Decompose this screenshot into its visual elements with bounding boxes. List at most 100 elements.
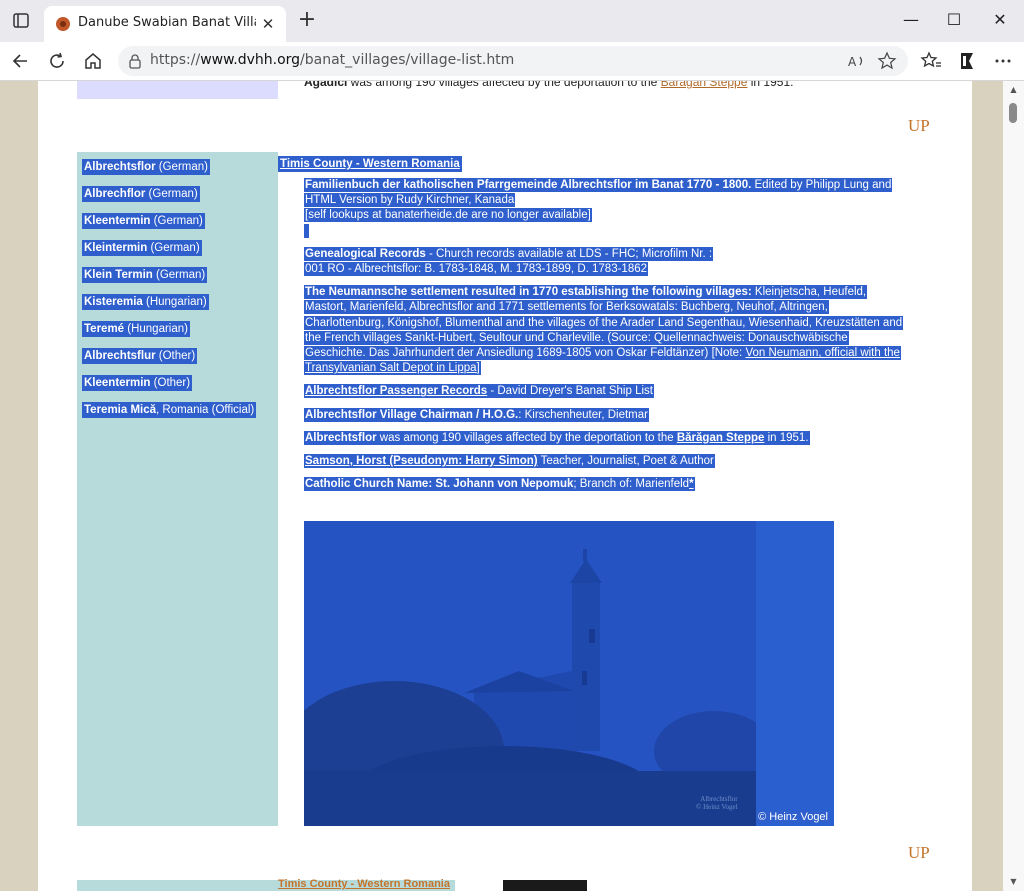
site-favicon-icon <box>56 17 70 31</box>
name-language: (German) <box>145 188 198 200</box>
next-village-photo <box>503 880 587 891</box>
genealogical-detail: - Church records available at LDS - FHC;… <box>425 247 713 260</box>
previous-names-cell <box>77 81 278 99</box>
village-name-item: Albrechtsflur (Other) <box>82 344 256 365</box>
read-aloud-icon[interactable]: A <box>846 51 868 71</box>
deportation-paragraph: Albrechtsflor was among 190 villages aff… <box>304 430 910 446</box>
favorites-icon[interactable] <box>918 48 944 74</box>
church-paragraph: Catholic Church Name: St. Johann von Nep… <box>304 477 910 492</box>
samson-detail: Teacher, Journalist, Poet & Author <box>537 455 714 468</box>
right-background <box>972 81 1003 891</box>
window-close-button[interactable]: ✕ <box>986 8 1014 32</box>
deportation-end: in 1951. <box>764 431 809 444</box>
tab-close-icon[interactable]: ✕ <box>258 14 278 34</box>
maximize-button[interactable]: ☐ <box>940 8 968 32</box>
church-name: Catholic Church Name: St. Johann von Nep… <box>305 478 574 491</box>
url-prefix: https:// <box>150 52 201 68</box>
village-name: Kleentermin <box>84 215 151 227</box>
county-link[interactable]: Timis County - Western Romania <box>278 152 462 173</box>
more-menu-icon[interactable] <box>990 48 1016 74</box>
deportation-village: Albrechtsflor <box>305 431 377 444</box>
svg-text:A: A <box>848 55 857 69</box>
village-names-list: Albrechtsflor (German) Albrechflor (Germ… <box>82 155 257 425</box>
page-content: Agadici was among 190 villages affected … <box>38 81 972 891</box>
name-language: (Other) <box>155 350 196 362</box>
genealogical-paragraph: Genealogical Records - Church records av… <box>304 246 910 277</box>
village-name: Albrechtsflor <box>84 161 156 173</box>
village-name: Albrechtsflur <box>84 350 156 362</box>
minimize-button[interactable]: — <box>897 8 925 32</box>
microfilm-detail: 001 RO - Albrechtsflor: B. 1783-1848, M.… <box>304 262 649 277</box>
previous-deportation-phrase: was among 190 villages affected by the d… <box>347 81 661 89</box>
village-name-item: Teremia Mică, Romania (Official) <box>82 398 257 419</box>
church-photo-image: Albrechtsflor © Heinz Vogel <box>304 521 774 826</box>
refresh-icon[interactable] <box>44 48 70 74</box>
village-name-item: Kisteremia (Hungarian) <box>82 290 256 311</box>
back-arrow-icon[interactable] <box>8 48 34 74</box>
deportation-text: was among 190 villages affected by the d… <box>376 431 677 444</box>
village-name-item: Kleentermin (Other) <box>82 371 256 392</box>
village-name: Albrechflor <box>84 188 146 200</box>
lock-icon[interactable] <box>126 52 144 70</box>
marienfeld-link[interactable]: * <box>689 478 693 490</box>
neumann-title: The Neumannsche settlement resulted in 1… <box>305 286 752 299</box>
tab-title: Danube Swabian Banat Village List <box>78 15 256 30</box>
village-name-item: Kleintermin (German) <box>82 236 256 257</box>
tab-bar: Danube Swabian Banat Village List ✕ + — … <box>0 0 1024 42</box>
name-language: (Hungarian) <box>124 323 188 335</box>
village-name: Kleentermin <box>84 377 151 389</box>
samson-link[interactable]: Samson, Horst (Pseudonym: Harry Simon) <box>305 455 538 467</box>
baragan-steppe-link[interactable]: Bărăgan Steppe <box>661 81 748 89</box>
name-language: (German) <box>150 215 203 227</box>
favorite-star-icon[interactable] <box>876 51 898 71</box>
passenger-records-link[interactable]: Albrechtsflor Passenger Records <box>305 385 487 397</box>
url-text[interactable]: https://www.dvhh.org/banat_villages/vill… <box>150 52 514 68</box>
village-info: Familienbuch der katholischen Pfarrgemei… <box>304 178 910 500</box>
church-silhouette <box>304 521 774 826</box>
url-domain: www.dvhh.org <box>200 52 301 68</box>
up-link[interactable]: UP <box>908 116 930 136</box>
previous-village-name: Agadici <box>304 81 348 89</box>
chairman-paragraph: Albrechtsflor Village Chairman / H.O.G.:… <box>304 407 910 423</box>
new-tab-button[interactable]: + <box>296 9 318 32</box>
village-name: Teremia Mică <box>84 404 157 416</box>
name-language: (Hungarian) <box>142 296 207 308</box>
chairman-title: Albrechtsflor Village Chairman / H.O.G. <box>305 408 519 421</box>
extension-icon[interactable] <box>954 48 980 74</box>
village-name: Kisteremia <box>84 296 143 308</box>
chairman-name: : Kirschenheuter, Dietmar <box>518 408 648 421</box>
previous-deportation-text: Agadici was among 190 villages affected … <box>304 81 793 89</box>
browser-toolbar: https://www.dvhh.org/banat_villages/vill… <box>0 42 1024 81</box>
address-bar[interactable]: https://www.dvhh.org/banat_villages/vill… <box>118 46 908 76</box>
village-names-column: Albrechtsflor (German) Albrechflor (Germ… <box>77 152 278 826</box>
neumann-end: ] <box>476 362 480 375</box>
familienbuch-paragraph: Familienbuch der katholischen Pfarrgemei… <box>304 178 910 239</box>
village-name-item: Kleentermin (German) <box>82 209 256 230</box>
url-path: /banat_villages/village-list.htm <box>300 52 515 68</box>
scrollbar-thumb[interactable] <box>1009 103 1017 123</box>
tab-actions-icon[interactable] <box>8 10 34 32</box>
self-lookups-note: [self lookups at banaterheide.de are no … <box>304 208 592 223</box>
passenger-detail: - David Dreyer's Banat Ship List <box>487 385 653 398</box>
up-link-bottom[interactable]: UP <box>908 843 930 863</box>
scroll-up-icon[interactable]: ▲ <box>1008 85 1019 95</box>
name-language: (German) <box>155 161 208 173</box>
home-icon[interactable] <box>80 48 106 74</box>
familienbuch-title: Familienbuch der katholischen Pfarrgemei… <box>305 179 752 191</box>
page-viewport: Agadici was among 190 villages affected … <box>0 81 1024 891</box>
church-branch: ; Branch of: Marienfeld <box>573 478 690 491</box>
village-name-item: Klein Termin (German) <box>82 263 256 284</box>
left-background <box>0 81 38 891</box>
vertical-scrollbar[interactable]: ▲ ▼ <box>1003 81 1024 891</box>
name-language: (German) <box>152 269 206 281</box>
name-language: , Romania (Official) <box>156 404 255 416</box>
scroll-down-icon[interactable]: ▼ <box>1008 877 1019 887</box>
village-name: Teremé <box>84 323 125 335</box>
next-county-link[interactable]: Timis County - Western Romania <box>278 878 450 890</box>
previous-deportation-suffix: in 1951. <box>747 81 794 89</box>
name-language: (German) <box>147 242 200 254</box>
name-language: (Other) <box>150 377 191 389</box>
baragan-steppe-link[interactable]: Bărăgan Steppe <box>677 432 765 444</box>
village-name-item: Albrechtsflor (German) <box>82 155 256 176</box>
active-tab[interactable]: Danube Swabian Banat Village List ✕ <box>44 6 286 42</box>
